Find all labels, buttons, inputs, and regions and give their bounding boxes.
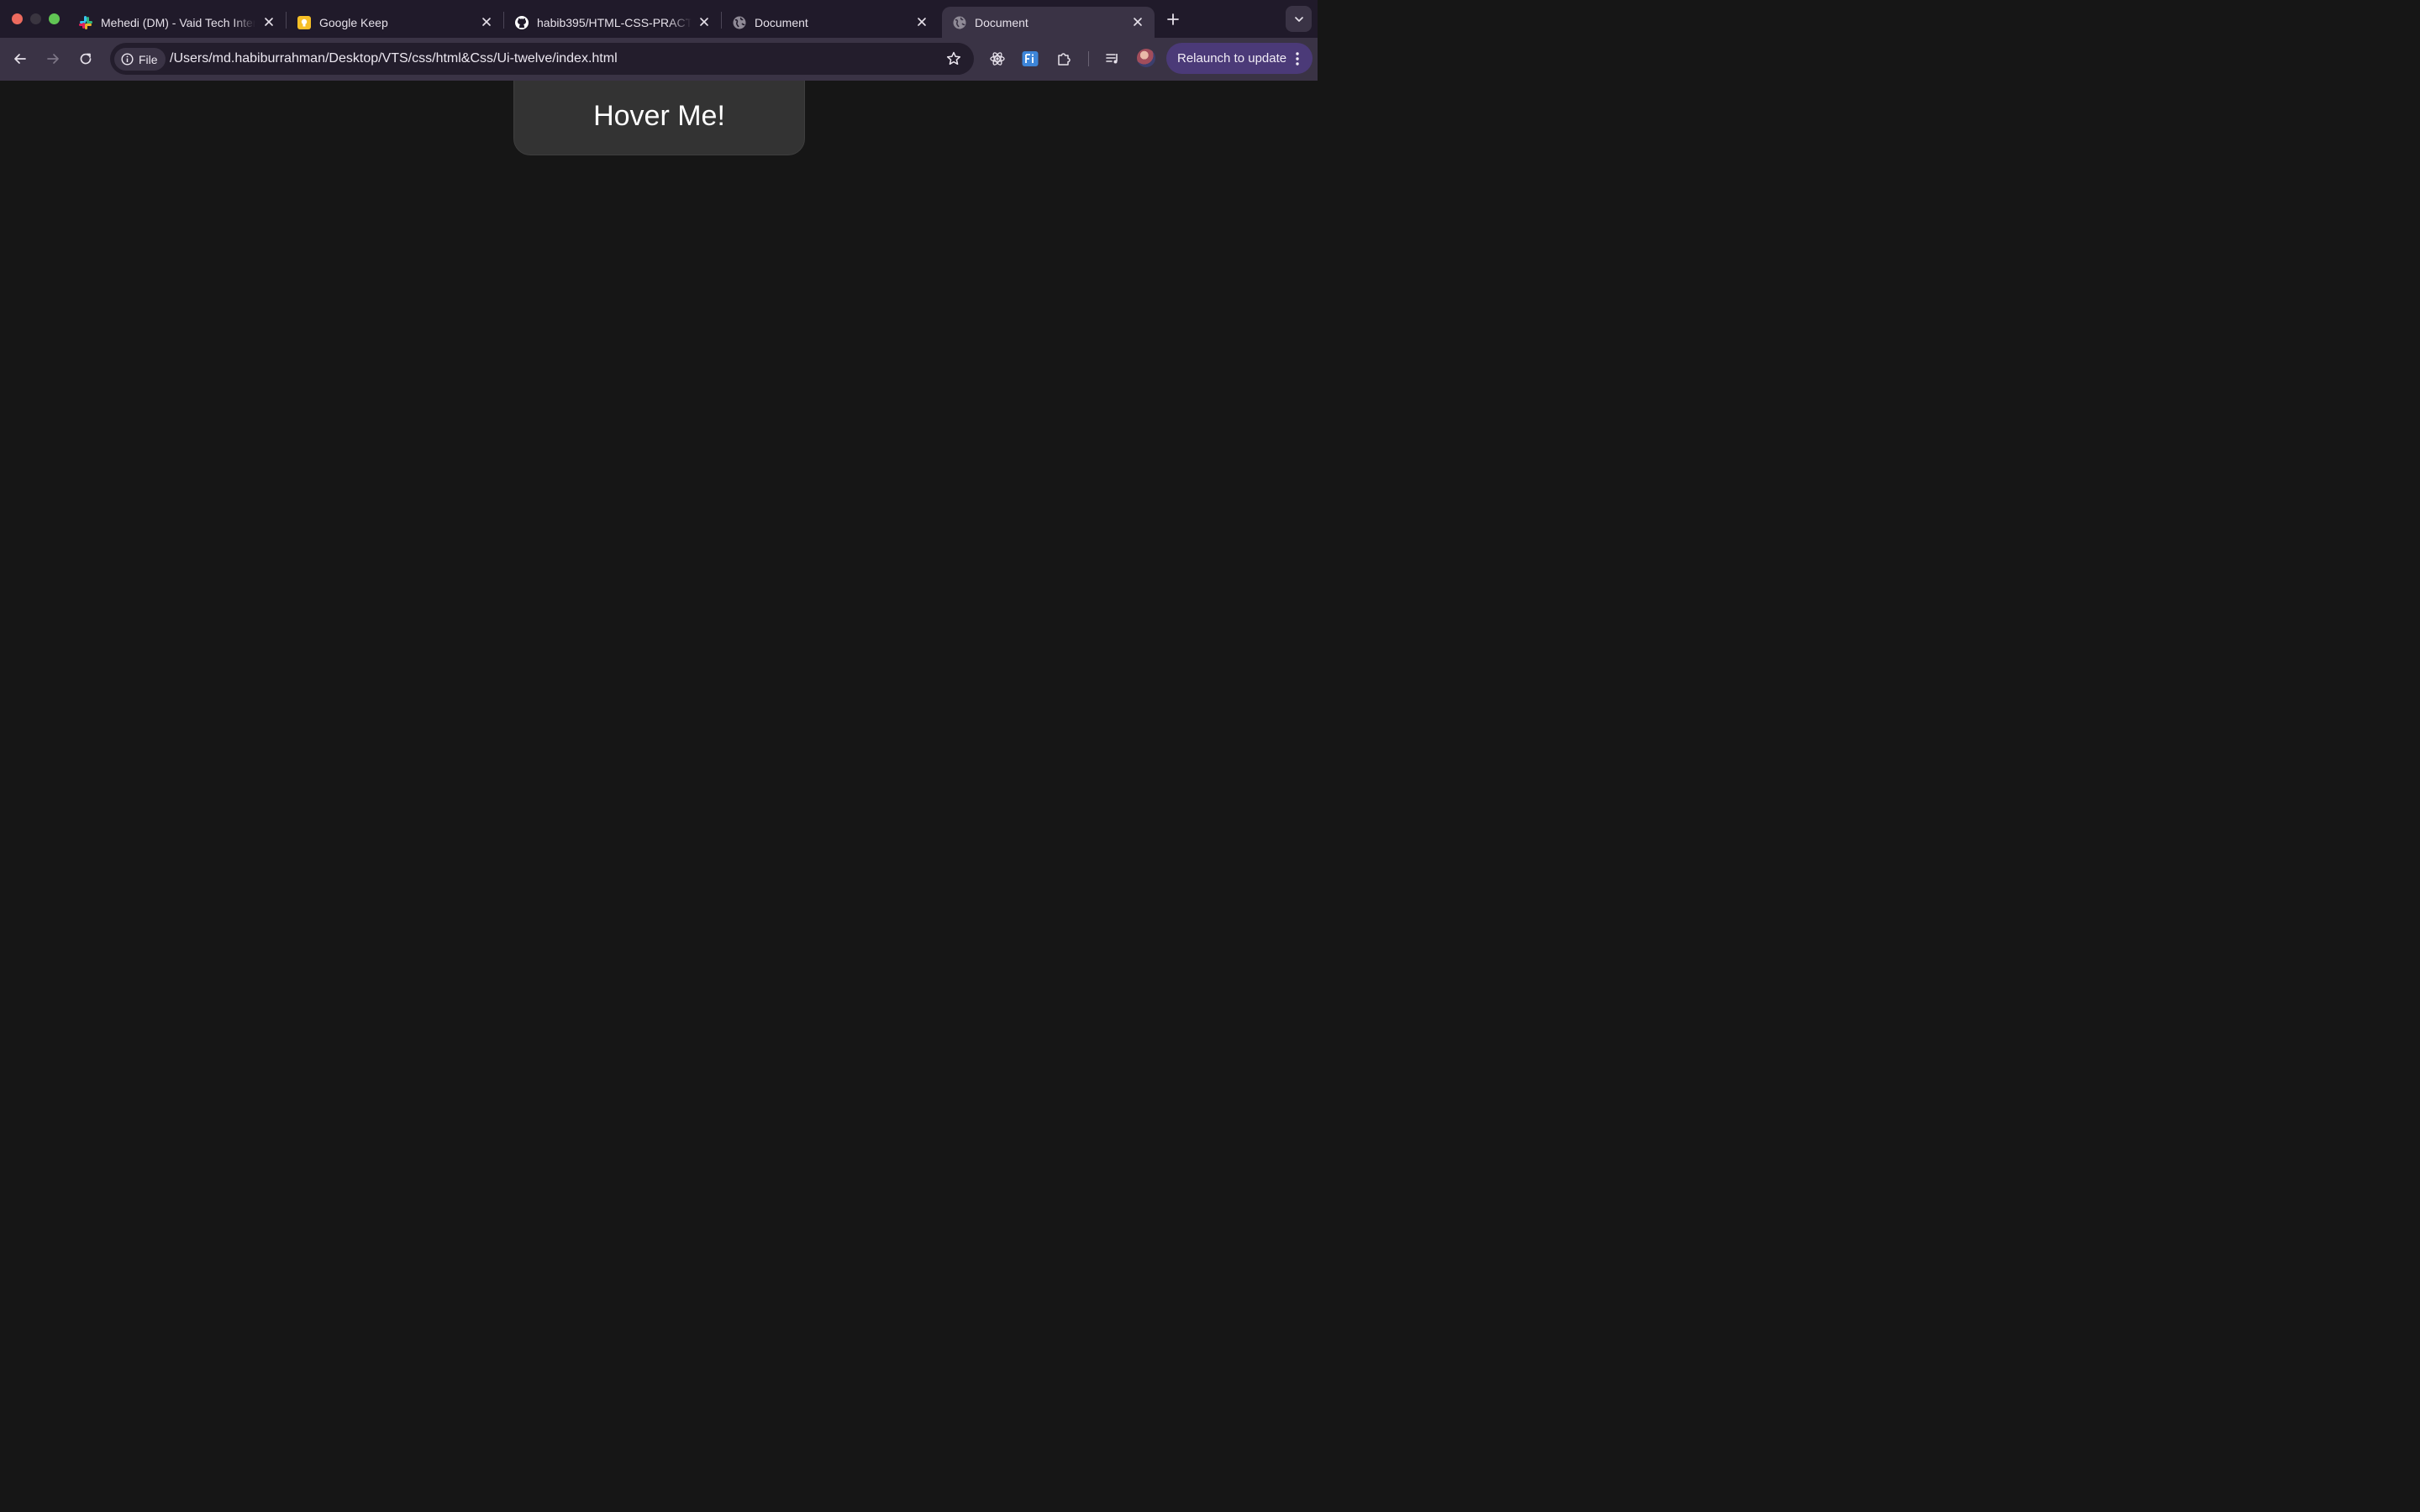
close-tab-icon[interactable]	[913, 13, 930, 30]
tab-title: Google Keep	[319, 15, 388, 29]
arrow-left-icon	[14, 54, 26, 64]
close-tab-icon[interactable]	[1129, 13, 1146, 30]
slack-icon	[78, 15, 93, 30]
more-menu-icon[interactable]	[1291, 50, 1304, 67]
close-tab-icon[interactable]	[696, 13, 713, 30]
tab-document-active[interactable]: Document	[942, 7, 1155, 38]
relaunch-label: Relaunch to update	[1177, 51, 1287, 66]
address-bar[interactable]: File /Users/md.habiburrahman/Desktop/VTS…	[110, 43, 974, 75]
tab-github[interactable]: habib395/HTML-CSS-PRACTICE	[504, 7, 721, 38]
fi-extension-icon[interactable]	[1020, 49, 1040, 69]
tab-strip: Mehedi (DM) - Vaid Tech International Go…	[0, 0, 1318, 38]
forward-button[interactable]	[42, 48, 64, 70]
url-text[interactable]: /Users/md.habiburrahman/Desktop/VTS/css/…	[170, 51, 618, 66]
hover-me-card[interactable]: Hover Me!	[513, 81, 805, 155]
globe-icon	[952, 15, 967, 30]
tab-search-button[interactable]	[1286, 6, 1312, 32]
github-icon	[514, 15, 529, 30]
tab-title: Mehedi (DM) - Vaid Tech International	[101, 15, 255, 29]
tab-title: habib395/HTML-CSS-PRACTICE	[537, 15, 692, 29]
site-info-chip[interactable]: File	[114, 48, 166, 71]
browser-window: Mehedi (DM) - Vaid Tech International Go…	[0, 0, 1318, 823]
page-viewport: Hover Me!	[0, 81, 1318, 823]
arrow-right-icon	[47, 54, 59, 64]
browser-toolbar: File /Users/md.habiburrahman/Desktop/VTS…	[0, 38, 1318, 81]
google-keep-icon	[297, 15, 312, 30]
maximize-window-button[interactable]	[49, 13, 60, 24]
close-window-button[interactable]	[12, 13, 23, 24]
tab-title: Document	[975, 15, 1028, 29]
info-icon	[121, 53, 134, 66]
new-tab-button[interactable]	[1163, 9, 1183, 29]
tab-google-keep[interactable]: Google Keep	[287, 7, 503, 38]
react-devtools-icon[interactable]	[987, 49, 1007, 69]
relaunch-to-update-button[interactable]: Relaunch to update	[1166, 43, 1313, 74]
toolbar-separator	[1088, 51, 1089, 66]
extensions-puzzle-icon[interactable]	[1054, 49, 1074, 69]
tab-title: Document	[755, 15, 808, 29]
chevron-down-icon	[1294, 16, 1303, 22]
close-tab-icon[interactable]	[260, 13, 277, 30]
bookmark-star-icon[interactable]	[945, 50, 962, 67]
minimize-window-button[interactable]	[30, 13, 41, 24]
tab-document[interactable]: Document	[722, 7, 939, 38]
media-controls-icon[interactable]	[1102, 49, 1123, 69]
hover-me-label: Hover Me!	[593, 100, 725, 132]
scheme-label: File	[139, 52, 158, 66]
close-tab-icon[interactable]	[478, 13, 495, 30]
globe-icon	[732, 15, 747, 30]
profile-avatar[interactable]	[1137, 49, 1155, 67]
reload-button[interactable]	[75, 48, 97, 70]
reload-icon	[80, 53, 92, 65]
back-button[interactable]	[9, 48, 31, 70]
tab-slack[interactable]: Mehedi (DM) - Vaid Tech International	[68, 7, 286, 38]
